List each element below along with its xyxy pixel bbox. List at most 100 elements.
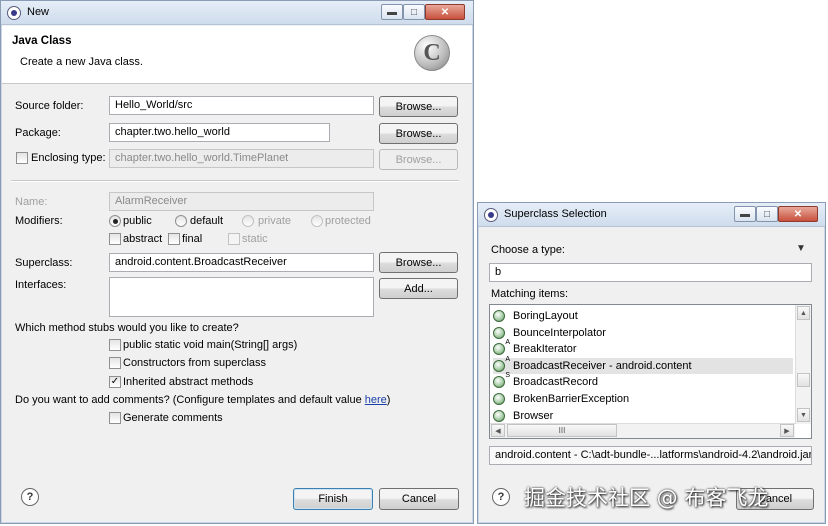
class-modifier-mark: A xyxy=(505,355,510,363)
list-item-label: BroadcastReceiver - android.content xyxy=(513,359,692,372)
private-radio[interactable] xyxy=(242,215,254,227)
page-title: Java Class xyxy=(12,35,72,47)
watermark: 掘金技术社区 @ 布客飞龙 xyxy=(524,486,769,510)
inherited-methods-label: Inherited abstract methods xyxy=(123,376,254,388)
matching-items-list[interactable]: BoringLayout BounceInterpolator A BreakIter… xyxy=(489,304,812,439)
list-item[interactable]: BrokenBarrierException xyxy=(493,391,793,407)
superclass-browse-button[interactable]: Browse... xyxy=(379,252,458,273)
public-label: public xyxy=(123,215,152,227)
list-item-label: BoringLayout xyxy=(513,310,578,322)
class-icon xyxy=(493,310,505,322)
list-item[interactable]: A BroadcastReceiver - android.content xyxy=(493,355,793,374)
class-icon: A xyxy=(493,339,510,356)
protected-label: protected xyxy=(325,215,371,227)
source-folder-browse-button[interactable]: Browse... xyxy=(379,96,458,117)
generate-comments-label: Generate comments xyxy=(123,412,223,424)
new-java-class-dialog: New ▬ □ ✕ Java Class Create a new Java c… xyxy=(0,0,474,524)
interfaces-label: Interfaces: xyxy=(15,279,67,291)
interfaces-list[interactable] xyxy=(109,277,374,317)
help-icon[interactable]: ? xyxy=(492,488,510,506)
enclosing-type-label: Enclosing type: xyxy=(31,152,106,164)
generate-comments-checkbox[interactable] xyxy=(109,412,121,424)
superclass-selection-dialog: Superclass Selection ▬ □ ✕ Choose a type… xyxy=(477,202,826,524)
static-checkbox[interactable] xyxy=(228,233,240,245)
enclosing-type-input[interactable]: chapter.two.hello_world.TimePlanet xyxy=(109,149,374,168)
list-item[interactable]: S BroadcastRecord xyxy=(493,372,793,390)
class-icon xyxy=(493,393,505,405)
comments-question: Do you want to add comments? (Configure … xyxy=(15,394,390,406)
h-scroll-thumb[interactable]: III xyxy=(507,424,617,437)
close-icon[interactable]: ✕ xyxy=(778,206,818,222)
configure-templates-link[interactable]: here xyxy=(365,394,387,406)
enclosing-type-browse-button[interactable]: Browse... xyxy=(379,149,458,170)
maximize-icon[interactable]: □ xyxy=(756,206,778,222)
main-method-checkbox[interactable] xyxy=(109,339,121,351)
final-label: final xyxy=(182,233,203,245)
window-title: New xyxy=(27,6,50,18)
list-item-label: Browser xyxy=(513,409,554,422)
add-interface-button[interactable]: Add... xyxy=(379,278,458,299)
abstract-checkbox[interactable] xyxy=(109,233,121,245)
eclipse-icon xyxy=(7,6,21,20)
class-modifier-mark: S xyxy=(505,372,510,380)
package-status-field: android.content - C:\adt-bundle-...latfo… xyxy=(489,446,812,465)
name-label: Name: xyxy=(15,196,48,208)
cancel-button[interactable]: Cancel xyxy=(379,488,459,510)
title-bar[interactable]: New ▬ □ ✕ xyxy=(1,1,473,25)
wizard-header: Java Class Create a new Java class. C xyxy=(2,26,472,84)
inherited-methods-checkbox[interactable]: ✓ xyxy=(109,376,121,388)
close-icon[interactable]: ✕ xyxy=(425,4,465,20)
scroll-up-icon[interactable]: ▲ xyxy=(797,306,810,320)
class-icon xyxy=(493,409,505,422)
finish-button[interactable]: Finish xyxy=(293,488,373,510)
name-input[interactable]: AlarmReceiver xyxy=(109,192,374,211)
constructors-checkbox[interactable] xyxy=(109,357,121,369)
title-bar[interactable]: Superclass Selection ▬ □ ✕ xyxy=(478,203,825,227)
list-item[interactable]: BoringLayout xyxy=(493,308,793,324)
list-item[interactable]: Browser xyxy=(493,408,793,424)
default-label: default xyxy=(190,215,224,227)
list-item-label: BounceInterpolator xyxy=(513,326,606,339)
h-scroll-grip: III xyxy=(558,426,566,435)
public-radio[interactable] xyxy=(109,215,121,227)
final-checkbox[interactable] xyxy=(168,233,180,245)
superclass-label: Superclass: xyxy=(15,257,73,269)
default-radio[interactable] xyxy=(175,215,187,227)
choose-type-label: Choose a type: xyxy=(491,244,565,256)
scroll-thumb[interactable] xyxy=(797,373,810,387)
type-filter-input[interactable]: b xyxy=(489,263,812,282)
package-browse-button[interactable]: Browse... xyxy=(379,123,458,144)
private-label: private xyxy=(258,215,292,227)
main-method-label: public static void main(String[] args) xyxy=(123,339,298,351)
comments-question-text: Do you want to add comments? (Configure … xyxy=(15,394,365,406)
superclass-input[interactable]: android.content.BroadcastReceiver xyxy=(109,253,374,272)
comments-question-end: ) xyxy=(386,394,391,406)
minimize-icon[interactable]: ▬ xyxy=(381,4,403,20)
horizontal-scrollbar[interactable]: ◀ III ▶ xyxy=(490,423,795,438)
protected-radio[interactable] xyxy=(311,215,323,227)
list-item[interactable]: BounceInterpolator xyxy=(493,325,793,341)
scroll-down-icon[interactable]: ▼ xyxy=(797,408,810,422)
check-icon: ✓ xyxy=(110,376,120,387)
java-class-wizard-icon: C xyxy=(414,35,450,71)
scroll-left-icon[interactable]: ◀ xyxy=(491,424,505,437)
list-item[interactable]: A BreakIterator xyxy=(493,339,793,357)
modifiers-label: Modifiers: xyxy=(15,215,63,227)
scroll-right-icon[interactable]: ▶ xyxy=(780,424,794,437)
class-icon: S xyxy=(493,372,510,389)
source-folder-label: Source folder: xyxy=(15,100,84,112)
page-description: Create a new Java class. xyxy=(20,56,143,68)
class-icon xyxy=(493,326,505,339)
package-input[interactable]: chapter.two.hello_world xyxy=(109,123,330,142)
static-label: static xyxy=(242,233,268,245)
constructors-label: Constructors from superclass xyxy=(123,357,267,369)
source-folder-input[interactable]: Hello_World/src xyxy=(109,96,374,115)
view-menu-icon[interactable]: ▼ xyxy=(796,243,806,254)
minimize-icon[interactable]: ▬ xyxy=(734,206,756,222)
vertical-scrollbar[interactable]: ▲ ▼ xyxy=(795,305,811,424)
maximize-icon[interactable]: □ xyxy=(403,4,425,20)
help-icon[interactable]: ? xyxy=(21,488,39,506)
enclosing-type-checkbox[interactable] xyxy=(16,152,28,164)
window-title: Superclass Selection xyxy=(504,208,607,220)
package-label: Package: xyxy=(15,127,61,139)
